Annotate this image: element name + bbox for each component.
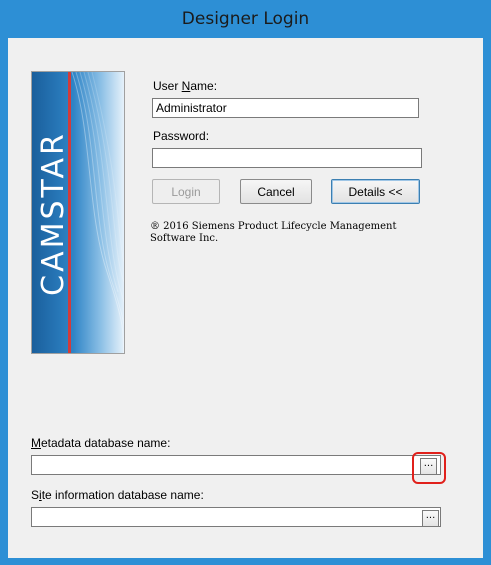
copyright-text: ® 2016 Siemens Product Lifecycle Managem… [150, 221, 410, 245]
password-input[interactable] [152, 148, 422, 168]
camstar-logo: CAMSTAR [31, 71, 125, 354]
details-button[interactable]: Details << [331, 179, 420, 204]
cancel-button[interactable]: Cancel [240, 179, 312, 204]
copyright-line-1: ® 2016 Siemens Product Lifecycle Managem… [150, 221, 397, 232]
site-browse-button[interactable]: ... [422, 510, 439, 527]
site-db-input[interactable] [31, 507, 441, 527]
highlight-box [412, 452, 446, 484]
window-title: Designer Login [181, 9, 310, 29]
username-label: User Name: [153, 79, 218, 93]
metadata-db-input[interactable] [31, 455, 441, 475]
dialog-client-area: CAMSTAR User Name: Administrator Passwor… [8, 38, 483, 558]
login-window: Designer Login CAMSTAR User Name: Admini… [0, 0, 491, 565]
site-db-label: Site information database name: [31, 488, 204, 502]
logo-wordmark: CAMSTAR [35, 131, 71, 296]
login-button[interactable]: Login [152, 179, 220, 204]
username-input[interactable]: Administrator [152, 98, 419, 118]
metadata-db-label: Metadata database name: [31, 436, 171, 450]
password-label: Password: [153, 129, 210, 143]
copyright-line-2: Software Inc. [150, 233, 219, 244]
